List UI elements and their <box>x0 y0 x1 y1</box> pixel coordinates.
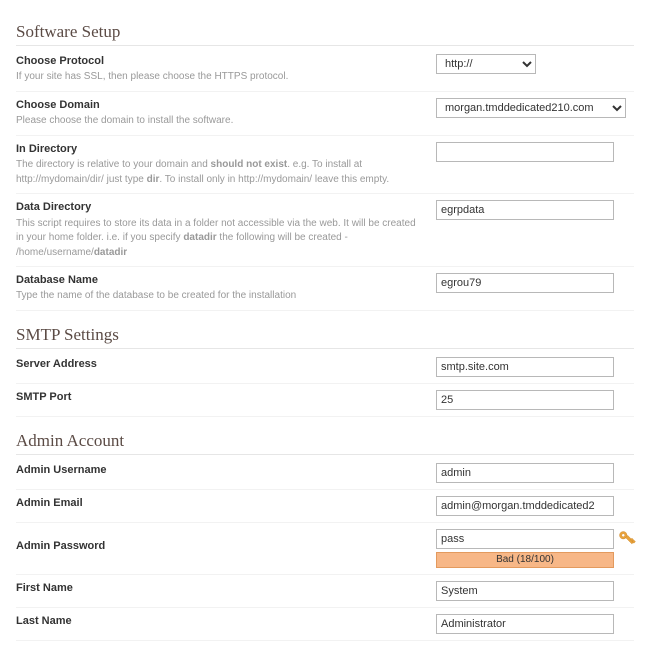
label-smtp-port: SMTP Port <box>16 390 424 405</box>
section-title-smtp: SMTP Settings <box>16 325 634 349</box>
row-smtp-server: Server Address <box>16 351 634 384</box>
input-smtp-port[interactable] <box>436 390 614 410</box>
label-smtp-server: Server Address <box>16 357 424 372</box>
label-directory: In Directory <box>16 142 424 157</box>
help-datadir: This script requires to store its data i… <box>16 217 424 261</box>
row-datadir: Data Directory This script requires to s… <box>16 194 634 267</box>
input-directory[interactable] <box>436 142 614 162</box>
row-admin-password: Admin Password Bad (18/100) <box>16 523 634 575</box>
row-first-name: First Name <box>16 575 634 608</box>
input-last-name[interactable] <box>436 614 614 634</box>
help-directory: The directory is relative to your domain… <box>16 158 424 187</box>
label-dbname: Database Name <box>16 273 424 288</box>
row-domain: Choose Domain Please choose the domain t… <box>16 92 634 136</box>
label-admin-password: Admin Password <box>16 539 424 554</box>
label-protocol: Choose Protocol <box>16 54 424 69</box>
help-dbname: Type the name of the database to be crea… <box>16 289 424 304</box>
section-title-software-setup: Software Setup <box>16 22 634 46</box>
label-datadir: Data Directory <box>16 200 424 215</box>
help-domain: Please choose the domain to install the … <box>16 114 424 129</box>
label-admin-email: Admin Email <box>16 496 424 511</box>
row-dbname: Database Name Type the name of the datab… <box>16 267 634 311</box>
input-datadir[interactable] <box>436 200 614 220</box>
label-admin-username: Admin Username <box>16 463 424 478</box>
input-admin-username[interactable] <box>436 463 614 483</box>
input-smtp-server[interactable] <box>436 357 614 377</box>
label-first-name: First Name <box>16 581 424 596</box>
select-protocol[interactable]: http:// <box>436 54 536 74</box>
row-protocol: Choose Protocol If your site has SSL, th… <box>16 48 634 92</box>
key-icon[interactable] <box>618 530 636 548</box>
row-smtp-port: SMTP Port <box>16 384 634 417</box>
label-domain: Choose Domain <box>16 98 424 113</box>
row-directory: In Directory The directory is relative t… <box>16 136 634 194</box>
row-last-name: Last Name <box>16 608 634 641</box>
input-first-name[interactable] <box>436 581 614 601</box>
input-dbname[interactable] <box>436 273 614 293</box>
password-strength: Bad (18/100) <box>436 552 614 568</box>
help-protocol: If your site has SSL, then please choose… <box>16 70 424 85</box>
row-admin-email: Admin Email <box>16 490 634 523</box>
input-admin-email[interactable] <box>436 496 614 516</box>
section-title-admin: Admin Account <box>16 431 634 455</box>
select-domain[interactable]: morgan.tmddedicated210.com <box>436 98 626 118</box>
input-admin-password[interactable] <box>436 529 614 549</box>
label-last-name: Last Name <box>16 614 424 629</box>
row-admin-username: Admin Username <box>16 457 634 490</box>
